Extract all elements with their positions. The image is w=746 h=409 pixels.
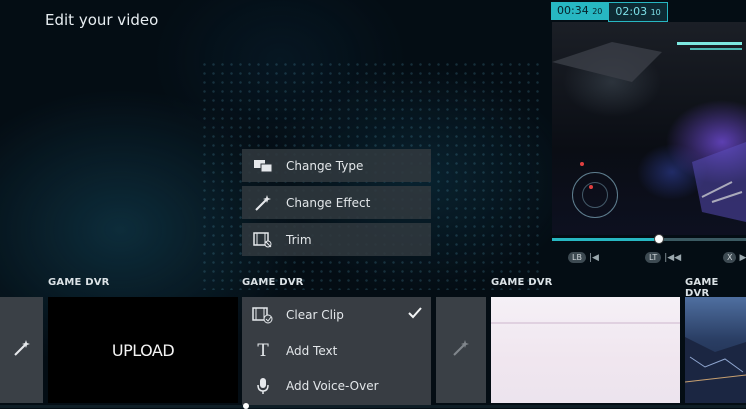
skip-forward-icon: ▶| <box>739 252 746 263</box>
video-frame[interactable] <box>552 22 746 235</box>
effect-tile[interactable] <box>0 297 43 403</box>
video-preview-panel: 00:34 20 02:03 10 LB |◀ LT |◀◀ X ▶| <box>551 2 746 270</box>
section-label-game-dvr: GAME DVR <box>242 277 304 288</box>
menu-add-voice-over[interactable]: Add Voice-Over <box>242 369 431 403</box>
current-time: 00:34 20 <box>551 2 609 20</box>
menu-clear-clip[interactable]: Clear Clip <box>242 298 431 332</box>
time-display: 00:34 20 02:03 10 <box>551 2 668 22</box>
total-time: 02:03 10 <box>608 2 668 22</box>
magic-wand-icon <box>452 339 470 361</box>
timeline-handle[interactable] <box>243 403 249 409</box>
menu-label: Trim <box>286 232 312 247</box>
menu-label: Clear Clip <box>286 308 344 322</box>
lt-button-badge: LT <box>645 252 662 263</box>
menu-label: Change Effect <box>286 195 371 210</box>
scrubber-handle[interactable] <box>654 234 664 244</box>
menu-label: Change Type <box>286 158 364 173</box>
rewind-icon: |◀◀ <box>664 252 682 263</box>
skip-forward-control[interactable]: X ▶| <box>723 252 746 263</box>
clear-clip-icon <box>252 306 274 324</box>
game-scene <box>552 42 746 222</box>
menu-label: Add Voice-Over <box>286 379 379 393</box>
clip-context-menu: Clear Clip T Add Text Add Voice-Over <box>242 297 431 408</box>
upload-clip-tile[interactable]: UPLOAD <box>48 297 238 403</box>
menu-label: Add Text <box>286 344 338 358</box>
section-label-game-dvr: GAME DVR <box>491 277 553 288</box>
rewind-control[interactable]: LT |◀◀ <box>645 252 681 263</box>
section-label-game-dvr: GAME DVR <box>685 277 719 299</box>
effect-tile[interactable] <box>436 297 486 403</box>
section-label-game-dvr: GAME DVR <box>48 277 110 288</box>
menu-change-effect[interactable]: Change Effect <box>242 186 431 219</box>
magic-wand-icon <box>13 339 31 361</box>
skip-back-control[interactable]: LB |◀ <box>568 252 599 263</box>
upload-label: UPLOAD <box>111 340 175 360</box>
trim-icon <box>252 231 274 249</box>
text-icon: T <box>257 341 269 361</box>
clip-scene <box>685 337 746 403</box>
menu-trim[interactable]: Trim <box>242 223 431 256</box>
video-clip-thumbnail[interactable] <box>491 297 680 403</box>
skip-back-icon: |◀ <box>588 252 599 263</box>
microphone-icon <box>252 377 274 395</box>
menu-add-text[interactable]: T Add Text <box>242 334 431 368</box>
checkmark-icon <box>408 307 422 322</box>
video-clip-thumbnail[interactable] <box>685 297 746 403</box>
scrubber-track[interactable] <box>659 238 746 241</box>
change-type-icon <box>252 159 274 173</box>
x-button-badge: X <box>723 252 737 263</box>
page-title: Edit your video <box>45 11 159 29</box>
magic-wand-icon <box>252 194 274 212</box>
lb-button-badge: LB <box>568 252 586 263</box>
menu-change-type[interactable]: Change Type <box>242 149 431 182</box>
